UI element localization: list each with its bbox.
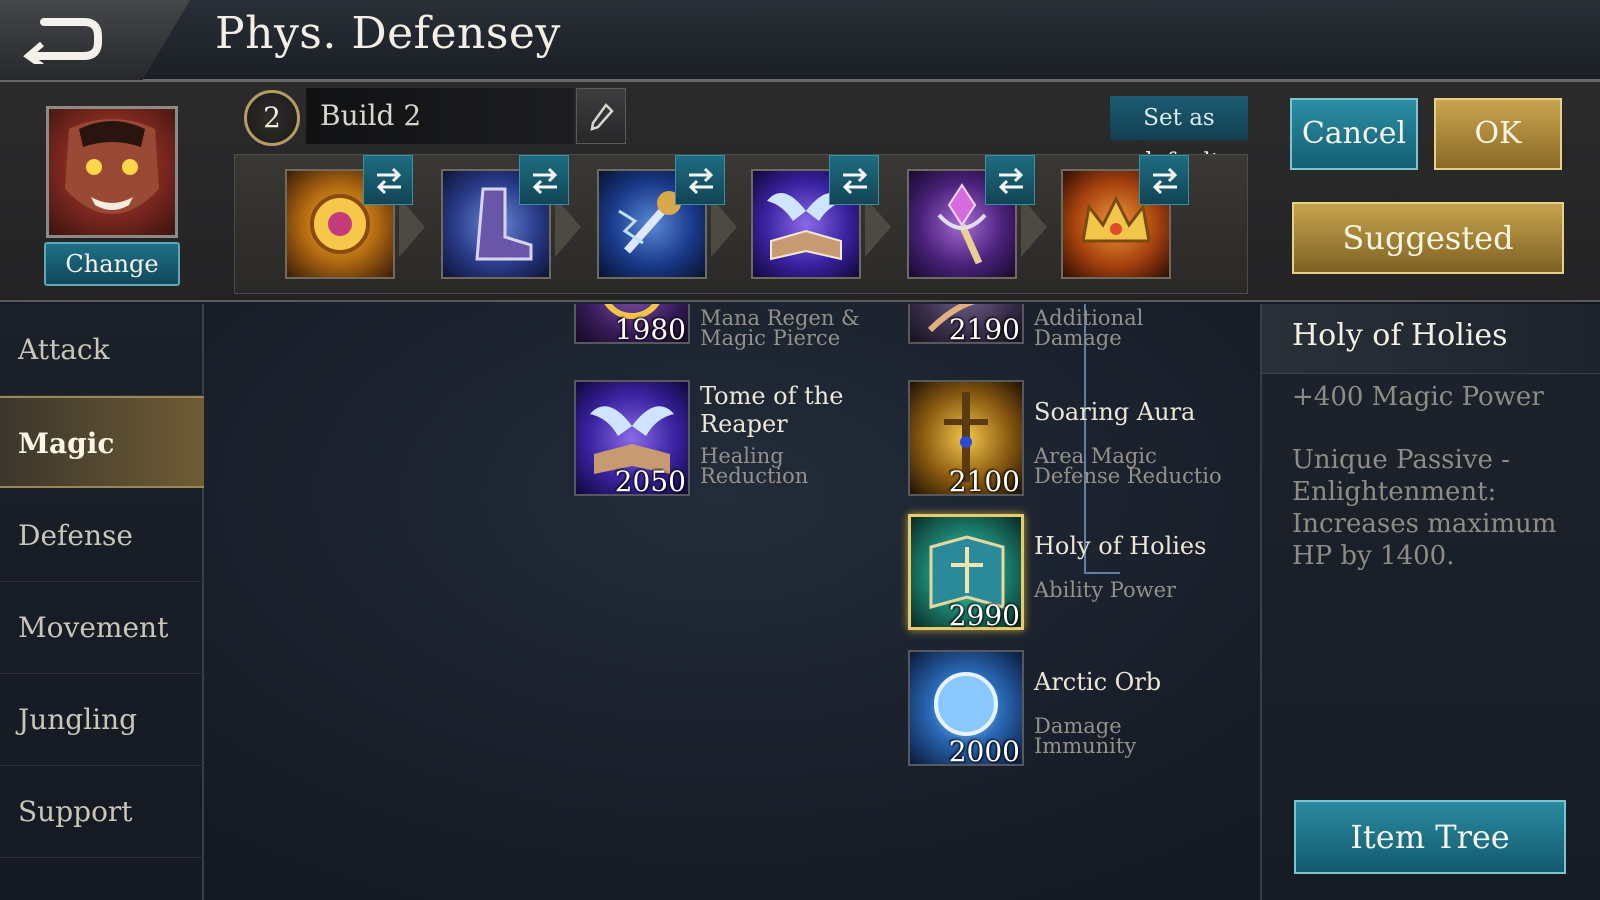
list-item[interactable]: 2000 Arctic Orb Damage Immunity [908,650,1238,770]
category-defense[interactable]: Defense [0,490,204,582]
cancel-button[interactable]: Cancel [1290,98,1418,170]
item-name: Soaring Aura [1034,398,1196,426]
swap-slot-1-button[interactable] [363,155,413,205]
item-price: 2000 [948,735,1020,768]
build-panel: Change 2 Build 2 Set as default Cancel O… [0,82,1600,302]
swap-slot-2-button[interactable] [519,155,569,205]
hero-face-icon [65,119,159,214]
detail-header: Holy of Holies [1262,304,1600,374]
item-price: 2100 [948,465,1020,498]
slot-arrow [555,197,581,257]
back-arrow-icon [23,18,102,64]
list-item[interactable]: 1980 Mana Regen & Magic Pierce [574,304,904,350]
suggested-button[interactable]: Suggested [1292,202,1564,274]
item-price: 2050 [614,465,686,498]
item-description: Additional Damage [1034,306,1144,350]
item-name: Arctic Orb [1034,668,1162,696]
back-button[interactable] [0,0,190,80]
item-description: Mana Regen & Magic Pierce [700,306,860,350]
set-as-default-button[interactable]: Set as default [1110,96,1248,175]
swap-slot-4-button[interactable] [829,155,879,205]
ok-button[interactable]: OK [1434,98,1562,170]
page-title: Phys. Defensey [215,8,561,59]
list-item[interactable]: 2190 Additional Damage [908,304,1238,350]
list-item[interactable]: 2990 Holy of Holies Ability Power [908,514,1238,634]
edit-build-name-button[interactable] [576,88,626,144]
swap-slot-5-button[interactable] [985,155,1035,205]
detail-item-name: Holy of Holies [1292,318,1508,353]
change-hero-button[interactable]: Change [44,242,180,286]
swap-icon [688,167,714,195]
hero-portrait [46,106,178,238]
build-slots [234,154,1248,294]
slot-arrow [399,197,425,257]
category-jungling[interactable]: Jungling [0,674,204,766]
item-description: Ability Power [1034,578,1177,602]
item-description: Healing Reduction [700,444,809,488]
swap-icon [532,167,558,195]
top-bar: Phys. Defensey [0,0,1600,82]
swap-icon [1152,167,1178,195]
category-support[interactable]: Support [0,766,204,858]
list-item[interactable]: 2050 Tome of the Reaper Healing Reduction [574,380,904,500]
pencil-icon [590,103,614,131]
category-magic[interactable]: Magic [0,396,204,488]
slot-arrow [865,197,891,257]
category-sidebar: Attack Magic Defense Movement Jungling S… [0,304,204,900]
item-tree-button[interactable]: Item Tree [1294,800,1566,874]
item-description: Area Magic Defense Reductio [1034,444,1222,488]
swap-slot-3-button[interactable] [675,155,725,205]
item-price: 2990 [948,599,1020,632]
list-item[interactable]: 2100 Soaring Aura Area Magic Defense Redu… [908,380,1238,500]
category-attack[interactable]: Attack [0,304,204,396]
build-number-badge: 2 [244,90,300,146]
slot-arrow [711,197,737,257]
swap-icon [998,167,1024,195]
detail-stat: +400 Magic Power [1292,382,1544,412]
item-name: Tome of the Reaper [700,382,844,438]
item-price: 1980 [614,313,686,346]
swap-icon [376,167,402,195]
detail-passive: Unique Passive - Enlightenment: Increase… [1292,445,1557,571]
item-detail-panel: Holy of Holies +400 Magic Power Unique P… [1260,304,1600,900]
item-name: Holy of Holies [1034,532,1207,560]
slot-arrow [1021,197,1047,257]
item-list: 1980 Mana Regen & Magic Pierce 2190 Addit… [206,304,1258,900]
swap-slot-6-button[interactable] [1139,155,1189,205]
item-description: Damage Immunity [1034,714,1137,758]
swap-icon [842,167,868,195]
category-movement[interactable]: Movement [0,582,204,674]
build-name-field[interactable]: Build 2 [306,88,574,144]
item-price: 2190 [948,313,1020,346]
